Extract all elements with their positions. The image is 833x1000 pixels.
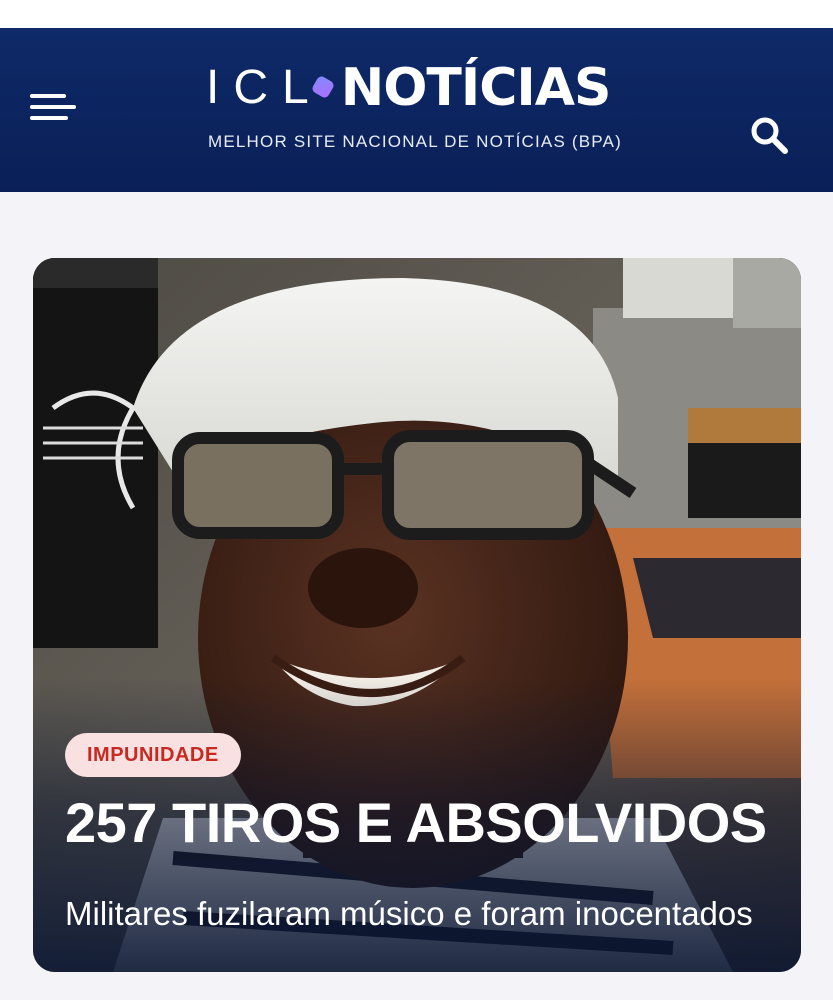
logo-diamond-icon [312,76,334,98]
site-header: ICL NOTÍCIAS MELHOR SITE NACIONAL DE NOT… [0,28,833,192]
search-button[interactable] [748,114,792,158]
article-subtitle: Militares fuzilaram músico e foram inoce… [65,895,753,932]
menu-button[interactable] [30,88,78,126]
featured-article-card[interactable]: IMPUNIDADE 257 TIROS E ABSOLVIDOS Milita… [33,258,801,972]
status-bar [0,0,833,28]
site-logo[interactable]: ICL NOTÍCIAS [206,58,612,118]
logo-icl-text: ICL [206,61,323,114]
search-icon [751,117,788,154]
category-badge[interactable]: IMPUNIDADE [65,733,241,777]
article-headline[interactable]: 257 TIROS E ABSOLVIDOS [65,793,785,853]
logo-noticias-text: NOTÍCIAS [340,58,612,118]
site-tagline: MELHOR SITE NACIONAL DE NOTÍCIAS (BPA) [208,132,622,151]
